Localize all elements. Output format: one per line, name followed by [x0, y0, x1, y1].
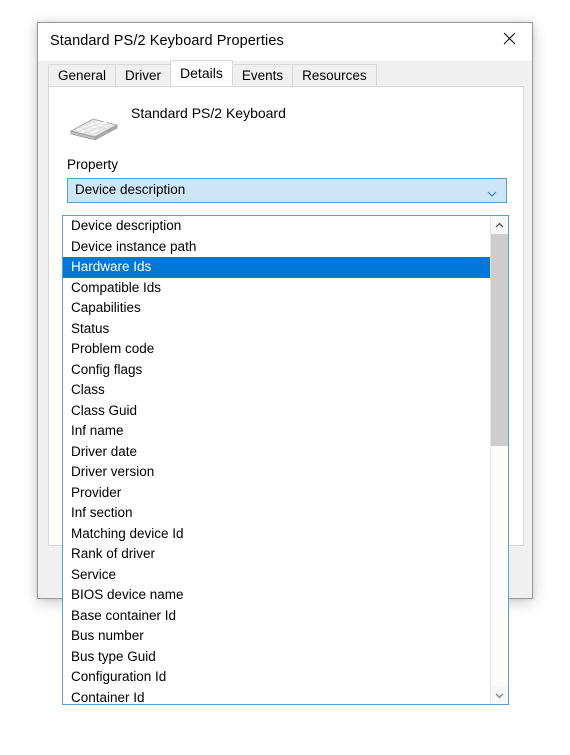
dropdown-item[interactable]: Container Id: [63, 688, 491, 705]
tab-resources[interactable]: Resources: [292, 64, 377, 86]
property-combobox-value: Device description: [75, 182, 186, 197]
property-dropdown-list: Device description Device instance path Ha…: [62, 215, 509, 705]
tab-details[interactable]: Details: [170, 60, 233, 86]
dropdown-item[interactable]: Bus number: [63, 626, 491, 647]
property-combobox[interactable]: Device description: [67, 178, 507, 203]
dropdown-item[interactable]: Capabilities: [63, 298, 491, 319]
dropdown-item[interactable]: Rank of driver: [63, 544, 491, 565]
device-header: Standard PS/2 Keyboard: [49, 99, 523, 147]
dropdown-item[interactable]: Problem code: [63, 339, 491, 360]
device-name-label: Standard PS/2 Keyboard: [131, 105, 286, 121]
title-bar: Standard PS/2 Keyboard Properties: [38, 23, 532, 61]
dropdown-item[interactable]: Driver version: [63, 462, 491, 483]
dropdown-item[interactable]: Compatible Ids: [63, 278, 491, 299]
close-icon[interactable]: [487, 23, 532, 53]
tab-general[interactable]: General: [48, 64, 117, 86]
chevron-down-icon[interactable]: [491, 686, 508, 704]
dropdown-item[interactable]: Status: [63, 319, 491, 340]
dropdown-item[interactable]: Device description: [63, 216, 491, 237]
tab-driver[interactable]: Driver: [115, 64, 172, 86]
dropdown-item[interactable]: Inf section: [63, 503, 491, 524]
dropdown-item[interactable]: Bus type Guid: [63, 647, 491, 668]
dropdown-item[interactable]: Matching device Id: [63, 524, 491, 545]
keyboard-icon: [67, 111, 121, 143]
dropdown-scrollbar[interactable]: [490, 216, 508, 704]
dropdown-item[interactable]: Device instance path: [63, 237, 491, 258]
tab-list: General Driver Details Events Resources: [48, 60, 377, 86]
dropdown-item[interactable]: Config flags: [63, 360, 491, 381]
property-label: Property: [67, 157, 119, 172]
dropdown-item[interactable]: Base container Id: [63, 606, 491, 627]
dropdown-item[interactable]: Inf name: [63, 421, 491, 442]
dropdown-item[interactable]: BIOS device name: [63, 585, 491, 606]
tab-strip: General Driver Details Events Resources: [38, 60, 532, 86]
dropdown-item[interactable]: Provider: [63, 483, 491, 504]
dropdown-item[interactable]: Class: [63, 380, 491, 401]
dropdown-item[interactable]: Service: [63, 565, 491, 586]
chevron-up-icon[interactable]: [491, 216, 508, 234]
tab-events[interactable]: Events: [231, 64, 294, 86]
dropdown-item[interactable]: Driver date: [63, 442, 491, 463]
window-title: Standard PS/2 Keyboard Properties: [50, 33, 284, 49]
chevron-down-icon: [486, 186, 498, 197]
dropdown-items: Device description Device instance path Ha…: [63, 216, 491, 704]
dropdown-item[interactable]: Configuration Id: [63, 667, 491, 688]
screen: Standard PS/2 Keyboard Properties Genera…: [0, 0, 570, 755]
dropdown-item[interactable]: Class Guid: [63, 401, 491, 422]
scrollbar-thumb[interactable]: [491, 234, 508, 446]
dropdown-item[interactable]: Hardware Ids: [63, 257, 491, 278]
